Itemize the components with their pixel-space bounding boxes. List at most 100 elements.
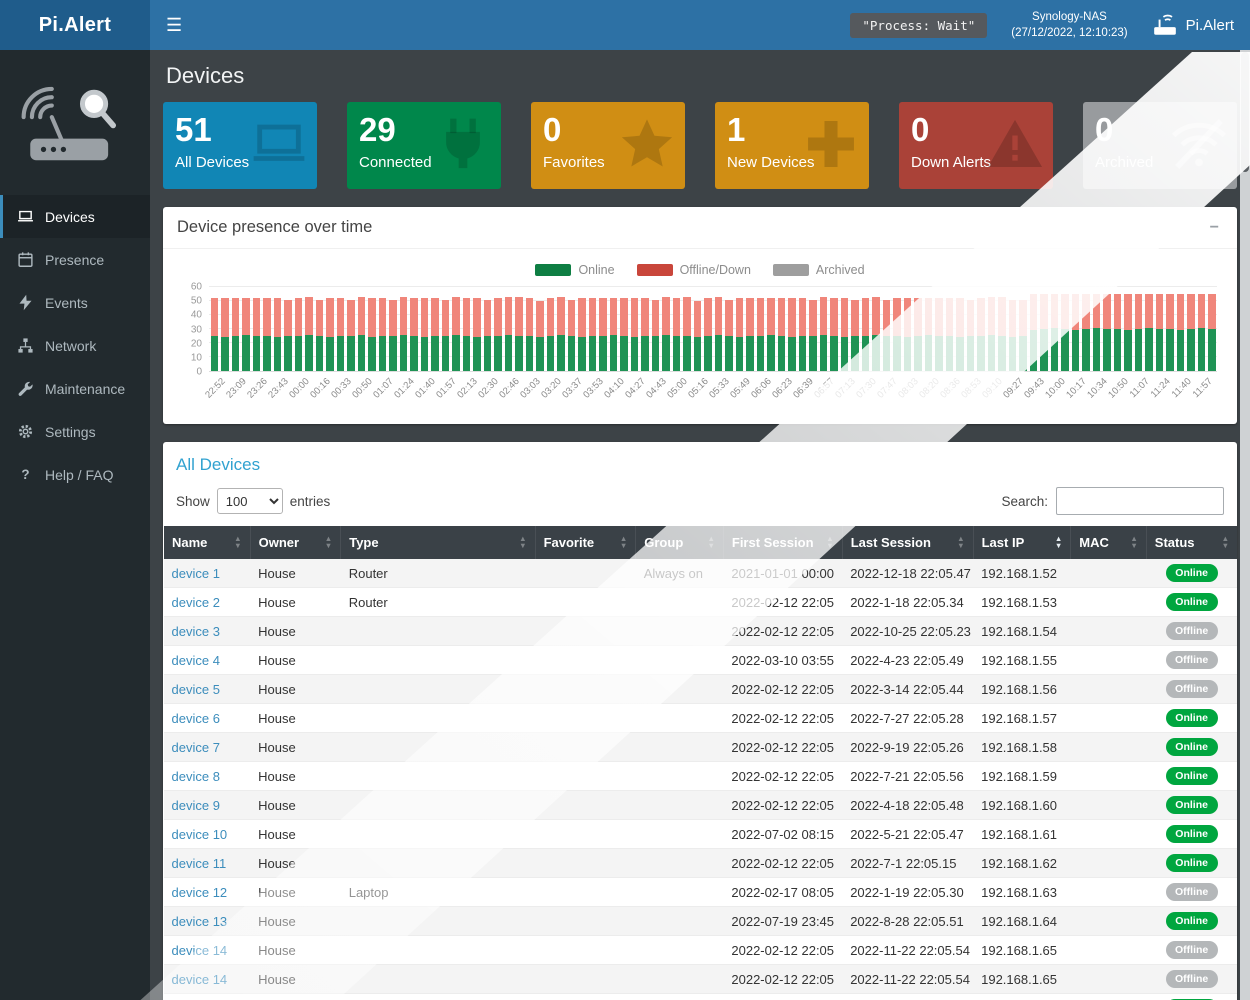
column-header-last-ip[interactable]: Last IP▲▼ [973,526,1071,559]
device-link[interactable]: device 7 [172,740,220,755]
offline-segment [284,300,292,336]
online-segment [515,336,523,371]
offline-segment [652,300,660,336]
presence-bar [346,287,357,371]
sidebar-item-settings[interactable]: Settings [0,410,150,453]
network-icon [17,337,34,354]
cell-name: device 4 [164,646,251,675]
brand-logo[interactable]: Pi.Alert [0,0,150,50]
table-row: device 11House2022-02-12 22:052022-7-1 2… [164,849,1238,878]
collapse-icon[interactable]: − [1206,219,1223,237]
cell-mac [1071,994,1147,1000]
online-segment [778,336,786,371]
page-scrollbar[interactable] [1240,50,1250,1000]
hamburger-icon[interactable]: ☰ [150,0,198,50]
cell-mac [1071,675,1147,704]
online-segment [683,336,691,371]
cell-mac [1071,588,1147,617]
presence-bar [745,287,756,371]
presence-bar [1207,287,1218,371]
cell-last_session: 2022-1-19 22:05.30 [842,878,973,907]
x-tick-label: 03:20 [539,376,564,401]
online-segment [305,335,313,371]
device-link[interactable]: device 12 [172,885,228,900]
offline-segment [883,300,891,336]
offline-segment [1166,294,1174,329]
offline-segment [389,300,397,336]
device-link[interactable]: device 8 [172,769,220,784]
sidebar-item-events[interactable]: Events [0,281,150,324]
sidebar-item-presence[interactable]: Presence [0,238,150,281]
device-link[interactable]: device 9 [172,798,220,813]
presence-bar [493,287,504,371]
presence-bar [325,287,336,371]
presence-bar [724,287,735,371]
sidebar-item-label: Devices [45,209,95,225]
column-header-mac[interactable]: MAC▲▼ [1071,526,1147,559]
sidebar-item-devices[interactable]: Devices [0,195,150,238]
x-tick-label: 23:43 [266,376,291,401]
table-row: device 12HouseLaptop2022-02-17 08:052022… [164,878,1238,907]
stat-card-favorites[interactable]: 0Favorites [531,102,685,189]
online-segment [820,335,828,371]
stat-card-new-devices[interactable]: 1New Devices [715,102,869,189]
column-header-name[interactable]: Name▲▼ [164,526,251,559]
sidebar-item-maintenance[interactable]: Maintenance [0,367,150,410]
cell-last_session: 2022-8-28 22:05.51 [842,907,973,936]
device-link[interactable]: device 6 [172,711,220,726]
x-tick-label: 06:06 [749,376,774,401]
column-header-type[interactable]: Type▲▼ [341,526,535,559]
device-link[interactable]: device 2 [172,595,220,610]
sidebar-item-network[interactable]: Network [0,324,150,367]
column-label: First Session [732,535,814,550]
cell-status: Online [1146,588,1237,617]
column-header-first-session[interactable]: First Session▲▼ [723,526,842,559]
device-link[interactable]: device 11 [172,856,227,871]
cell-favorite [535,849,636,878]
stat-card-all-devices[interactable]: 51All Devices [163,102,317,189]
x-tick-label: 05:49 [728,376,753,401]
cell-last_ip: 192.168.1.56 [973,675,1071,704]
sidebar-item-help-faq[interactable]: ?Help / FAQ [0,453,150,496]
column-header-owner[interactable]: Owner▲▼ [250,526,341,559]
column-header-last-session[interactable]: Last Session▲▼ [842,526,973,559]
cell-type: Switch [341,994,535,1000]
device-link[interactable]: device 3 [172,624,220,639]
table-row: device 8House2022-02-12 22:052022-7-21 2… [164,762,1238,791]
device-link[interactable]: device 13 [172,914,228,929]
search-input[interactable] [1056,487,1224,515]
column-header-group[interactable]: Group▲▼ [636,526,724,559]
offline-segment [431,298,439,336]
online-segment [610,335,618,371]
offline-segment [1208,294,1216,329]
column-header-status[interactable]: Status▲▼ [1146,526,1237,559]
stat-card-archived[interactable]: 0Archived [1083,102,1237,189]
cell-first_session: 2021-01-01 00:00 [723,559,842,588]
cell-mac [1071,762,1147,791]
cell-status: Offline [1146,646,1237,675]
scrollbar-thumb[interactable] [1241,52,1249,172]
device-link[interactable]: device 14 [172,972,228,987]
stat-card-down-alerts[interactable]: 0Down Alerts [899,102,1053,189]
device-link[interactable]: device 10 [172,827,228,842]
offline-segment [347,300,355,336]
device-link[interactable]: device 5 [172,682,220,697]
offline-segment [904,298,912,337]
device-link[interactable]: device 4 [172,653,220,668]
online-segment [851,336,859,371]
presence-bar [682,287,693,371]
bolt-icon [17,294,34,311]
offline-segment [1103,294,1111,329]
column-header-favorite[interactable]: Favorite▲▼ [535,526,636,559]
nav-app-link[interactable]: Pi.Alert [1152,12,1234,38]
device-link[interactable]: device 14 [172,943,228,958]
cell-last_session: 2022-7-1 22:05.15 [842,849,973,878]
page-length-select[interactable]: 100 [217,488,283,514]
cell-type [341,646,535,675]
chart-legend: OnlineOffline/DownArchived [177,263,1223,277]
stat-card-connected[interactable]: 29Connected [347,102,501,189]
cell-name: device 3 [164,617,251,646]
device-link[interactable]: device 1 [172,566,220,581]
chart-panel-title: Device presence over time [177,218,372,237]
presence-bar [283,287,294,371]
